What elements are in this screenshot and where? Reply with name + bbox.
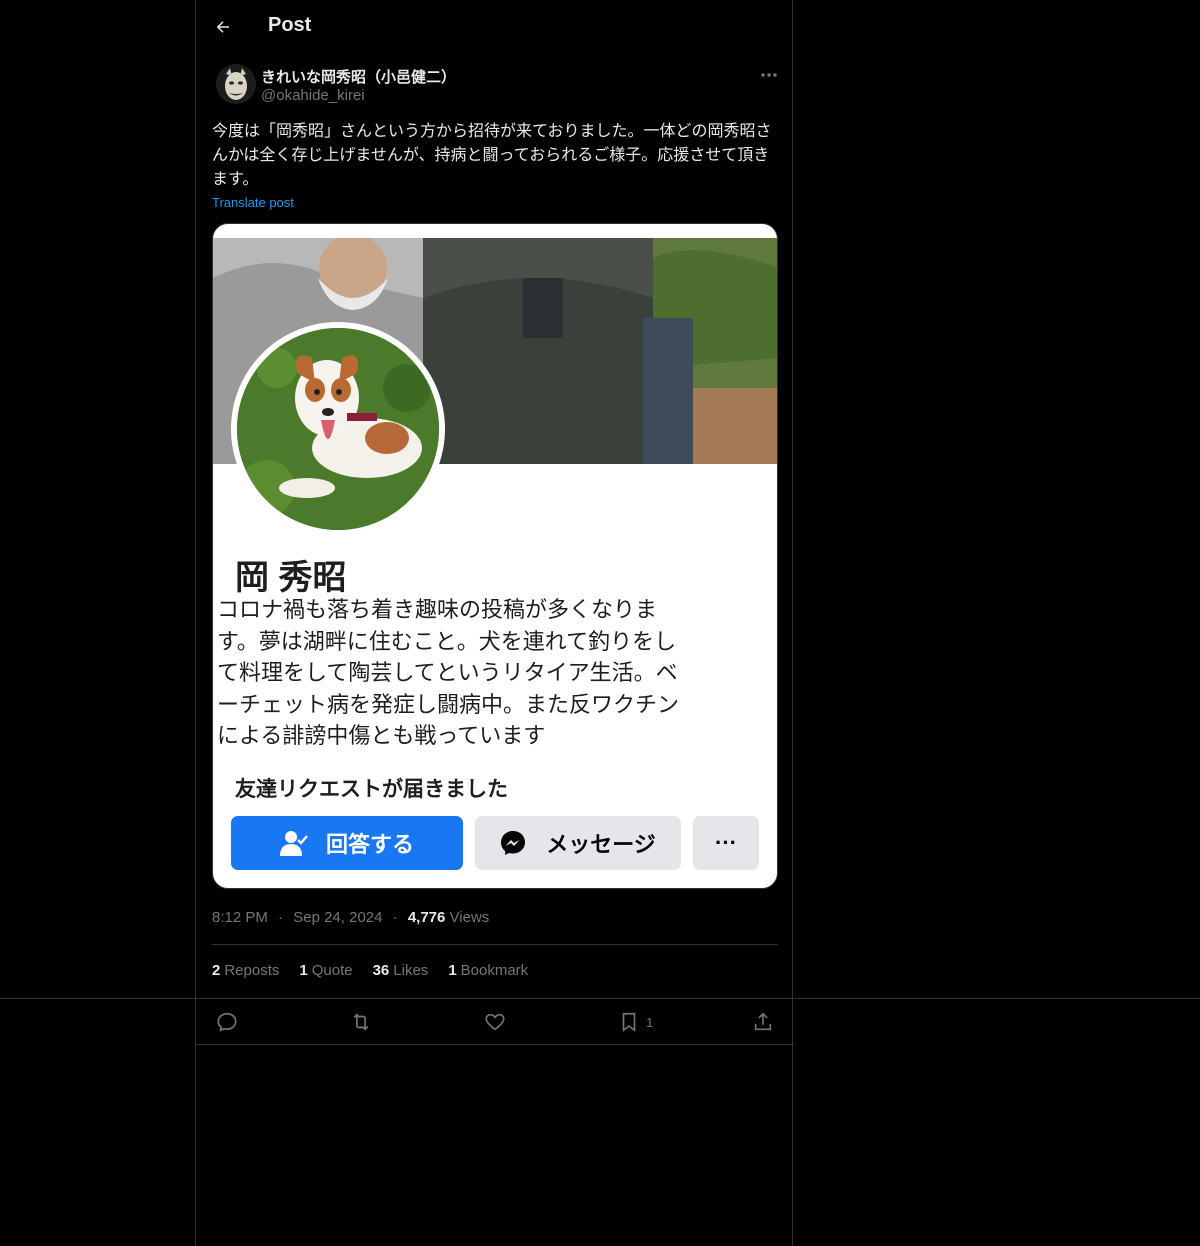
views-label: Views — [449, 909, 490, 926]
author-handle[interactable]: @okahide_kirei — [261, 87, 365, 104]
meta-separator: · — [278, 909, 284, 926]
messenger-icon — [501, 831, 526, 855]
action-bar-divider — [196, 1044, 794, 1045]
noh-mask-avatar-icon — [216, 64, 256, 104]
post-column: Post きれいな岡秀昭（小邑健二） @okahide_kirei 今度は「岡秀… — [195, 0, 794, 1246]
fb-profile-bio: コロナ禍も落ち着き趣味の投稿が多くなります。夢は湖畔に住むこと。犬を連れて釣りを… — [217, 597, 680, 748]
repost-button[interactable] — [350, 1010, 372, 1034]
back-button[interactable] — [210, 14, 236, 40]
reposts-stat[interactable]: 2 Reposts — [212, 962, 279, 979]
quote-stat[interactable]: 1 Quote — [299, 962, 352, 979]
reply-button[interactable] — [216, 1010, 238, 1034]
bookmark-button[interactable]: 1 — [618, 1010, 653, 1034]
fb-answer-label: 回答する — [325, 832, 414, 857]
reposts-count: 2 — [212, 962, 221, 979]
bookmark-icon — [622, 1012, 636, 1032]
likes-count: 36 — [372, 962, 390, 979]
post-text: 今度は「岡秀昭」さんという方から招待が来ておりました。一体どの岡秀昭さんかは全く… — [212, 123, 772, 188]
bookmark-action-count: 1 — [646, 1014, 654, 1030]
fb-message-label: メッセージ — [546, 832, 656, 857]
fb-friend-request-text: 友達リクエストが届きました — [235, 778, 508, 801]
avatar[interactable] — [216, 64, 256, 104]
meta-separator: · — [392, 909, 398, 926]
likes-stat[interactable]: 36 Likes — [373, 962, 429, 979]
user-check-icon — [279, 831, 308, 856]
profile-picture — [231, 322, 445, 536]
repost-icon — [353, 1013, 369, 1031]
dog-photo — [237, 328, 439, 530]
author-display-name[interactable]: きれいな岡秀昭（小邑健二） — [261, 66, 456, 87]
bookmark-count: 1 — [448, 962, 457, 979]
post-date[interactable]: Sep 24, 2024 — [293, 909, 382, 926]
fb-profile-name: 岡 秀昭 — [235, 559, 347, 597]
fb-more-button: ··· — [693, 816, 759, 870]
post-meta: 8:12 PM · Sep 24, 2024 · 4,776 Views — [212, 909, 489, 926]
heart-icon — [485, 1013, 505, 1031]
fb-answer-button: 回答する — [231, 816, 463, 870]
quote-label: Quote — [311, 962, 353, 979]
translate-post-link[interactable]: Translate post — [212, 195, 294, 210]
likes-label: Likes — [393, 962, 429, 979]
bookmark-label: Bookmark — [460, 962, 529, 979]
stats-divider-top — [212, 944, 778, 945]
fb-more-label: ··· — [715, 830, 737, 855]
ellipsis-icon — [761, 73, 777, 77]
share-icon — [754, 1012, 772, 1031]
post-time[interactable]: 8:12 PM — [212, 909, 268, 926]
dog-photo-icon — [237, 328, 439, 530]
more-options-button[interactable] — [756, 66, 782, 84]
quote-count: 1 — [299, 962, 308, 979]
page-title: Post — [268, 14, 312, 36]
views-count: 4,776 — [407, 909, 446, 926]
post-image[interactable]: 岡 秀昭 コロナ禍も落ち着き趣味の投稿が多くなります。夢は湖畔に住むこと。犬を連… — [212, 223, 778, 889]
share-button[interactable] — [752, 1010, 774, 1034]
reply-icon — [217, 1012, 237, 1032]
reposts-label: Reposts — [224, 962, 280, 979]
post-stats: 2 Reposts 1 Quote 36 Likes 1 Bookmark — [212, 962, 528, 979]
post-header: Post — [196, 0, 794, 54]
like-button[interactable] — [484, 1010, 506, 1034]
action-bar: 1 — [196, 1000, 794, 1044]
fb-message-button: メッセージ — [475, 816, 681, 870]
back-arrow-icon — [216, 21, 229, 33]
bookmark-stat[interactable]: 1 Bookmark — [448, 962, 528, 979]
